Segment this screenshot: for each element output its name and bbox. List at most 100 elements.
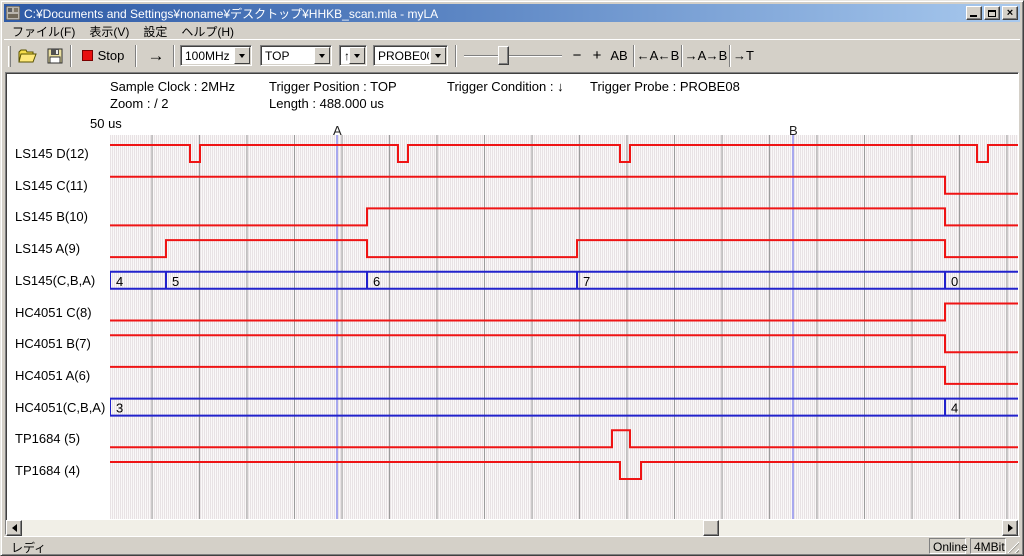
menu-file[interactable]: ファイル(F) (5, 22, 82, 41)
length-readout: Length : 488.000 us (269, 96, 384, 111)
run-arrow-icon: → (148, 46, 165, 66)
trigger-condition-readout: Trigger Condition : ↓ (447, 79, 564, 94)
sample-clock-readout: Sample Clock : 2MHz (110, 79, 235, 94)
bus-value-label: 0 (951, 274, 958, 289)
dropdown-button[interactable] (234, 47, 250, 64)
slider-track (464, 55, 562, 57)
menu-view[interactable]: 表示(V) (82, 22, 136, 41)
signal-trace (110, 335, 1018, 352)
channel-label[interactable]: LS145(C,B,A) (15, 273, 95, 288)
menu-bar: ファイル(F) 表示(V) 設定 ヘルプ(H) (4, 23, 1020, 39)
open-folder-icon (18, 48, 38, 64)
save-button[interactable] (42, 44, 68, 67)
set-marker-a-button[interactable]: ←A (637, 44, 658, 67)
resize-grip[interactable] (1006, 540, 1019, 553)
scroll-left-button[interactable] (6, 520, 22, 536)
arrow-left-icon (12, 524, 17, 532)
waveform-plot[interactable]: 4 5 6 7 0 3 4 (110, 135, 1018, 519)
open-button[interactable] (15, 44, 41, 67)
marker-label[interactable]: B (789, 123, 798, 138)
channel-label[interactable]: LS145 D(12) (15, 146, 89, 161)
slider-thumb[interactable] (498, 46, 509, 65)
toolbar-separator (455, 45, 457, 67)
channel-label[interactable]: TP1684 (5) (15, 431, 80, 446)
toolbar-gripper[interactable] (8, 46, 11, 67)
chevron-down-icon (435, 54, 441, 58)
app-window: C:¥Documents and Settings¥noname¥デスクトップ¥… (0, 0, 1024, 556)
signal-trace (110, 430, 1018, 447)
bus-value-label: 7 (583, 274, 590, 289)
bus-value-label: 4 (116, 274, 123, 289)
signal-trace (110, 208, 1018, 225)
zoom-slider[interactable] (464, 45, 562, 67)
window-title: C:¥Documents and Settings¥noname¥デスクトップ¥… (24, 5, 964, 22)
goto-marker-a-button[interactable]: →A (685, 44, 706, 67)
bus-value-label: 4 (951, 401, 958, 416)
zoom-in-button[interactable]: + (588, 44, 606, 67)
bus-value-label: 3 (116, 401, 123, 416)
run-button[interactable]: → (142, 44, 170, 67)
waveform-client-area: Sample Clock : 2MHz Trigger Position : T… (5, 72, 1019, 535)
zoom-out-button[interactable]: − (568, 44, 586, 67)
toolbar-separator (633, 45, 635, 67)
signal-trace (110, 145, 1018, 162)
toolbar-separator (681, 45, 683, 67)
toolbar: Stop → 100MHz TOP ↑ PROBE00 − + (4, 39, 1020, 72)
sample-clock-combo[interactable]: 100MHz (180, 45, 252, 66)
goto-trigger-button[interactable]: →T (733, 44, 754, 67)
toolbar-separator (173, 45, 175, 67)
ab-span-button[interactable]: AB (607, 44, 631, 67)
minimize-button[interactable] (966, 6, 982, 20)
channel-label[interactable]: HC4051 C(8) (15, 305, 92, 320)
scroll-right-button[interactable] (1002, 520, 1018, 536)
channel-label[interactable]: HC4051 A(6) (15, 368, 90, 383)
marker-label[interactable]: A (333, 123, 342, 138)
channel-label[interactable]: TP1684 (4) (15, 463, 80, 478)
goto-marker-b-button[interactable]: →B (706, 44, 727, 67)
toolbar-separator (135, 45, 137, 67)
trigger-position-combo[interactable]: TOP (260, 45, 332, 66)
trigger-probe-combo[interactable]: PROBE00 (373, 45, 448, 66)
set-marker-b-button[interactable]: ←B (658, 44, 679, 67)
app-icon (6, 6, 20, 20)
zoom-readout: Zoom : / 2 (110, 96, 169, 111)
close-button[interactable]: × (1002, 6, 1018, 20)
signal-trace (110, 304, 1018, 321)
signal-trace (110, 462, 1018, 479)
save-floppy-icon (47, 48, 63, 64)
arrow-right-icon (1008, 524, 1013, 532)
signal-trace (110, 177, 1018, 194)
signal-trace (110, 367, 1018, 384)
scrollbar-thumb[interactable] (703, 520, 719, 536)
status-bar: レディ Online 4MBit (4, 536, 1020, 554)
channel-label[interactable]: LS145 B(10) (15, 209, 88, 224)
title-bar[interactable]: C:¥Documents and Settings¥noname¥デスクトップ¥… (4, 4, 1020, 22)
waveform-svg: 4 5 6 7 0 3 4 (110, 135, 1018, 519)
channel-label[interactable]: HC4051(C,B,A) (15, 400, 105, 415)
toolbar-separator (729, 45, 731, 67)
channel-label[interactable]: HC4051 B(7) (15, 336, 91, 351)
time-scale-label: 50 us (90, 116, 122, 131)
bus-value-label: 5 (172, 274, 179, 289)
maximize-button[interactable] (984, 6, 1000, 20)
stop-button[interactable]: Stop (76, 44, 130, 67)
status-message: レディ (11, 539, 46, 556)
trigger-edge-combo[interactable]: ↑ (339, 45, 367, 66)
menu-settings[interactable]: 設定 (136, 22, 174, 41)
horizontal-scrollbar[interactable] (6, 520, 1018, 536)
signal-trace (110, 240, 1018, 257)
trigger-position-readout: Trigger Position : TOP (269, 79, 397, 94)
chevron-down-icon (354, 54, 360, 58)
bus-value-label: 6 (373, 274, 380, 289)
trigger-probe-readout: Trigger Probe : PROBE08 (590, 79, 740, 94)
channel-label[interactable]: LS145 C(11) (15, 178, 88, 193)
dropdown-button[interactable] (314, 47, 330, 64)
chevron-down-icon (239, 54, 245, 58)
dropdown-button[interactable] (430, 47, 446, 64)
channel-label[interactable]: LS145 A(9) (15, 241, 80, 256)
menu-help[interactable]: ヘルプ(H) (174, 22, 241, 41)
stop-icon (82, 50, 93, 61)
toolbar-separator (70, 45, 72, 67)
memory-size-badge: 4MBit (970, 538, 1006, 554)
dropdown-button[interactable] (349, 47, 365, 64)
